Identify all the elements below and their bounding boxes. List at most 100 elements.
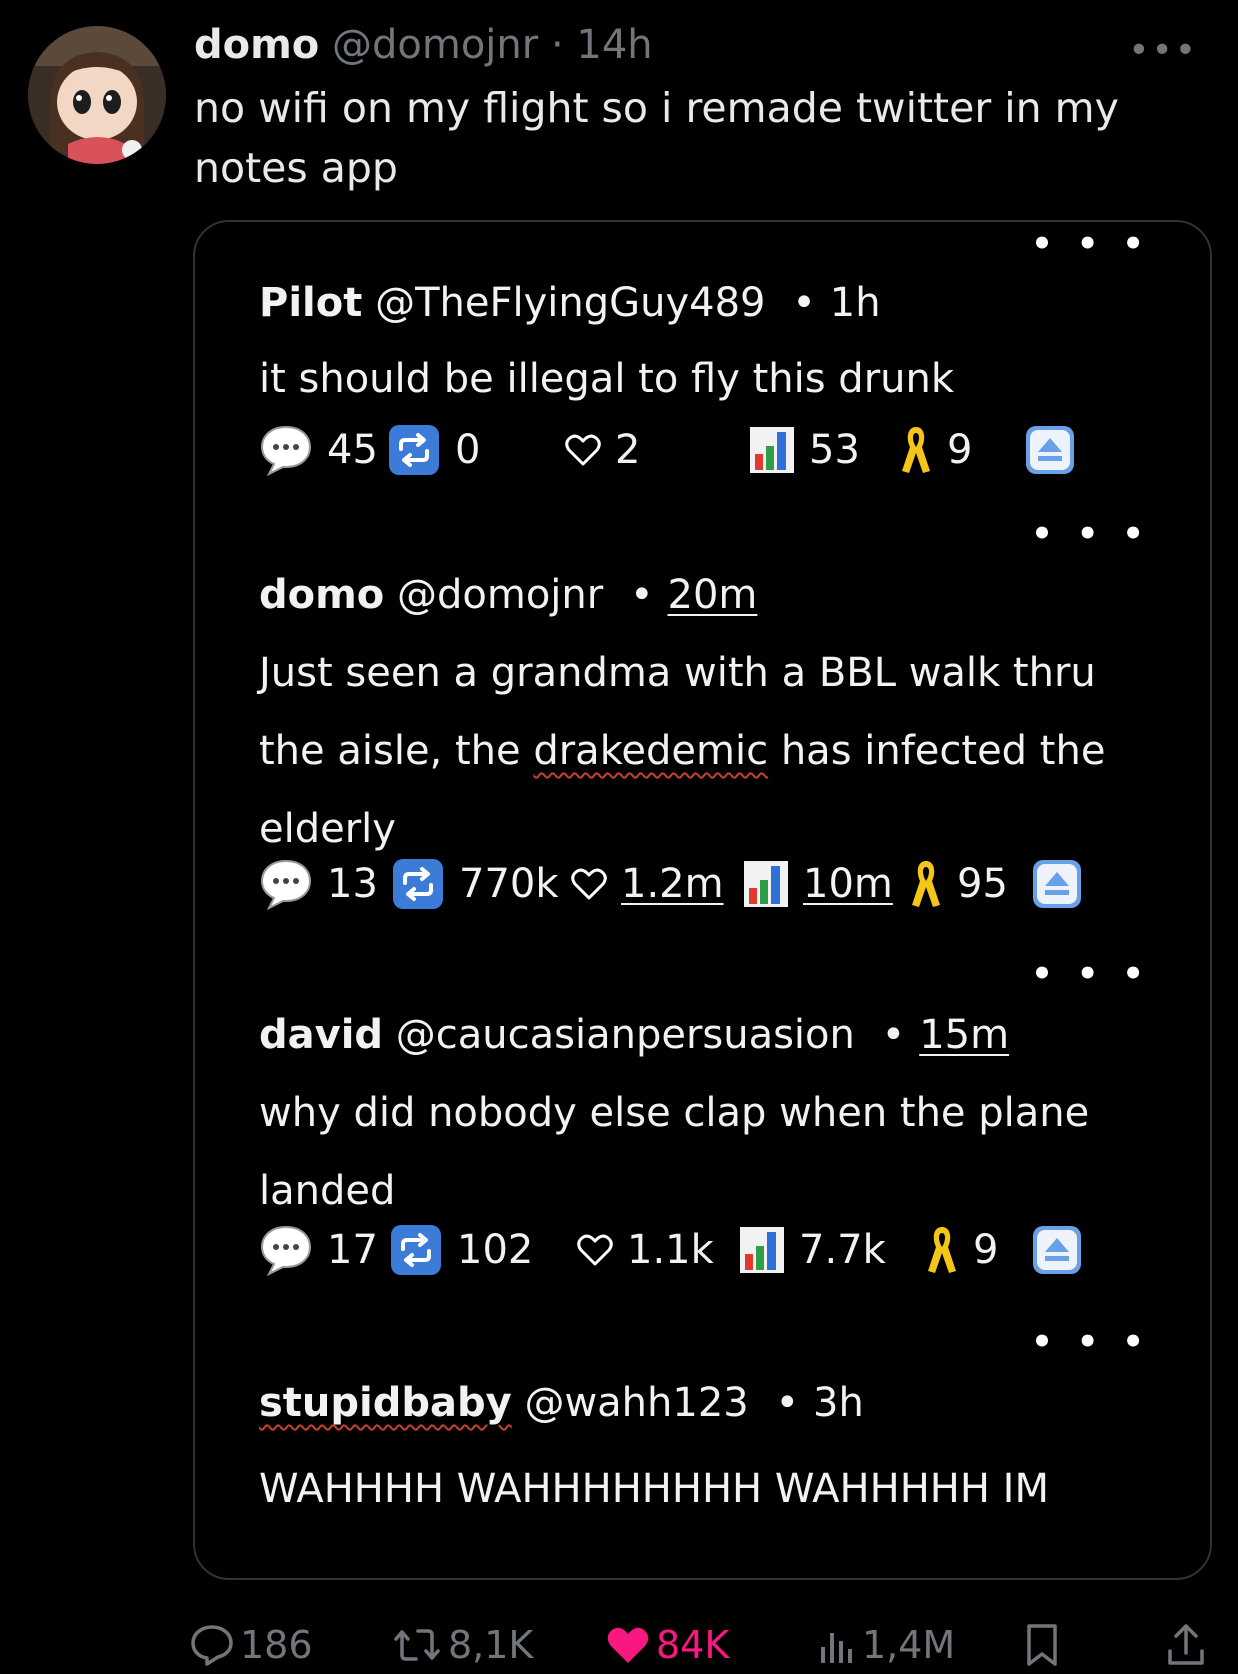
repost-stat: 0 xyxy=(387,420,480,480)
post-username: Pilot xyxy=(259,280,363,326)
repost-stat: 102 xyxy=(389,1220,533,1280)
post-header: domo @domojnr • 20m xyxy=(259,572,757,618)
more-icon: • • • xyxy=(1031,1322,1150,1362)
post-text: WAHHHH WAHHHHHHHH WAHHHHH IM xyxy=(259,1466,1049,1512)
eject-icon xyxy=(1026,426,1074,474)
post-time: 20m xyxy=(667,572,758,618)
ribbon-count: 9 xyxy=(947,427,973,473)
more-icon: • • • xyxy=(1031,514,1150,554)
like-stat: 1.1k xyxy=(577,1220,714,1280)
repost-count: 0 xyxy=(455,427,481,473)
post-sep: • xyxy=(775,1380,800,1426)
meta-dot: · xyxy=(550,22,564,68)
eject-button xyxy=(1031,1220,1083,1280)
repost-count: 102 xyxy=(457,1227,534,1273)
author-name[interactable]: domo xyxy=(194,22,319,68)
eject-icon xyxy=(1033,860,1081,908)
tweet-header: domo @domojnr · 14h xyxy=(194,20,1178,70)
post-text: it should be illegal to fly this drunk xyxy=(259,356,954,402)
author-handle[interactable]: @domojnr xyxy=(332,22,538,68)
reply-stat: 45 xyxy=(259,420,378,480)
reply-icon xyxy=(191,1625,233,1666)
post-time: 1h xyxy=(829,280,881,326)
post-handle: @wahh123 xyxy=(524,1380,749,1426)
post-sep: • xyxy=(629,572,654,618)
ribbon-count: 95 xyxy=(957,861,1008,907)
heart-filled-icon xyxy=(607,1627,649,1663)
repost-button[interactable]: 8,1K xyxy=(392,1620,533,1670)
like-count: 1.2m xyxy=(621,861,724,907)
post-header: david @caucasianpersuasion • 15m xyxy=(259,1012,1009,1058)
like-count: 2 xyxy=(615,427,641,473)
views-count: 7.7k xyxy=(799,1227,886,1273)
post-handle: @domojnr xyxy=(397,572,604,618)
views-count: 10m xyxy=(803,861,893,907)
eject-button xyxy=(1024,420,1076,480)
heart-icon xyxy=(565,434,601,466)
repeat-icon xyxy=(393,859,443,909)
analytics-icon xyxy=(821,1633,852,1663)
more-icon: • • • xyxy=(1031,954,1150,994)
speech-bubble-icon xyxy=(260,1225,312,1276)
post-sep: • xyxy=(792,280,816,326)
bookmark-icon xyxy=(1027,1624,1057,1666)
repost-count: 770k xyxy=(459,861,559,907)
like-count: 1.1k xyxy=(627,1227,714,1273)
reply-stat: 17 xyxy=(259,1220,378,1280)
post-username: david xyxy=(259,1012,384,1058)
repeat-icon xyxy=(389,425,439,475)
post-header: Pilot @TheFlyingGuy489 • 1h xyxy=(259,280,881,326)
bar-chart-icon xyxy=(744,861,788,907)
ribbon-stat: 9 xyxy=(925,1220,998,1280)
post-handle: @TheFlyingGuy489 xyxy=(375,280,766,326)
misspelled-word: drakedemic xyxy=(533,728,769,774)
eject-button xyxy=(1031,854,1083,914)
repeat-icon xyxy=(391,1225,441,1275)
post-time: 15m xyxy=(919,1012,1010,1058)
eject-icon xyxy=(1033,1226,1081,1274)
like-button[interactable]: 84K xyxy=(606,1620,729,1670)
like-stat: 2 xyxy=(565,420,640,480)
reply-count: 17 xyxy=(327,1227,378,1273)
views-count: 1,4M xyxy=(862,1623,956,1667)
tweet-actions: 186 8,1K 84K 1,4M xyxy=(0,1620,1238,1670)
views-stat: 10m xyxy=(743,854,893,914)
post-username: stupidbaby xyxy=(259,1380,512,1426)
ribbon-icon xyxy=(912,861,940,907)
ribbon-stat: 95 xyxy=(909,854,1008,914)
bar-chart-icon xyxy=(750,427,794,473)
views-button[interactable]: 1,4M xyxy=(818,1620,955,1670)
post-sep: • xyxy=(881,1012,906,1058)
post-username: domo xyxy=(259,572,385,618)
views-stat: 7.7k xyxy=(739,1220,886,1280)
ribbon-stat: 9 xyxy=(899,420,972,480)
views-stat: 53 xyxy=(749,420,860,480)
heart-icon xyxy=(571,868,607,900)
post-text: why did nobody else clap when the plane … xyxy=(259,1090,1090,1214)
share-button[interactable] xyxy=(1166,1620,1206,1670)
reply-count: 186 xyxy=(240,1623,313,1667)
like-count: 84K xyxy=(656,1623,730,1667)
repost-count: 8,1K xyxy=(448,1623,534,1667)
avatar[interactable] xyxy=(28,26,166,164)
ribbon-count: 9 xyxy=(973,1227,999,1273)
attached-image[interactable]: • • • Pilot @TheFlyingGuy489 • 1h it shou… xyxy=(193,220,1212,1580)
reply-stat: 13 xyxy=(259,854,378,914)
post-stats: 17 102 1.1k 7.7k 9 xyxy=(259,1220,1159,1280)
ribbon-icon xyxy=(928,1227,956,1273)
reply-count: 13 xyxy=(327,861,378,907)
views-count: 53 xyxy=(809,427,860,473)
heart-icon xyxy=(577,1234,613,1266)
reply-count: 45 xyxy=(327,427,378,473)
more-options-icon[interactable]: ••• xyxy=(1128,30,1198,71)
post-stats: 45 0 2 53 9 xyxy=(259,420,1159,480)
post-text: Just seen a grandma with a BBL walk thru… xyxy=(259,634,1139,868)
bookmark-button[interactable] xyxy=(1024,1620,1060,1670)
tweet-time[interactable]: 14h xyxy=(576,22,652,68)
like-stat: 1.2m xyxy=(571,854,724,914)
more-icon: • • • xyxy=(1031,224,1150,264)
tweet-text: no wifi on my flight so i remade twitter… xyxy=(194,84,1119,192)
post-header: stupidbaby @wahh123 • 3h xyxy=(259,1380,864,1426)
share-icon xyxy=(1168,1624,1204,1665)
reply-button[interactable]: 186 xyxy=(190,1620,313,1670)
